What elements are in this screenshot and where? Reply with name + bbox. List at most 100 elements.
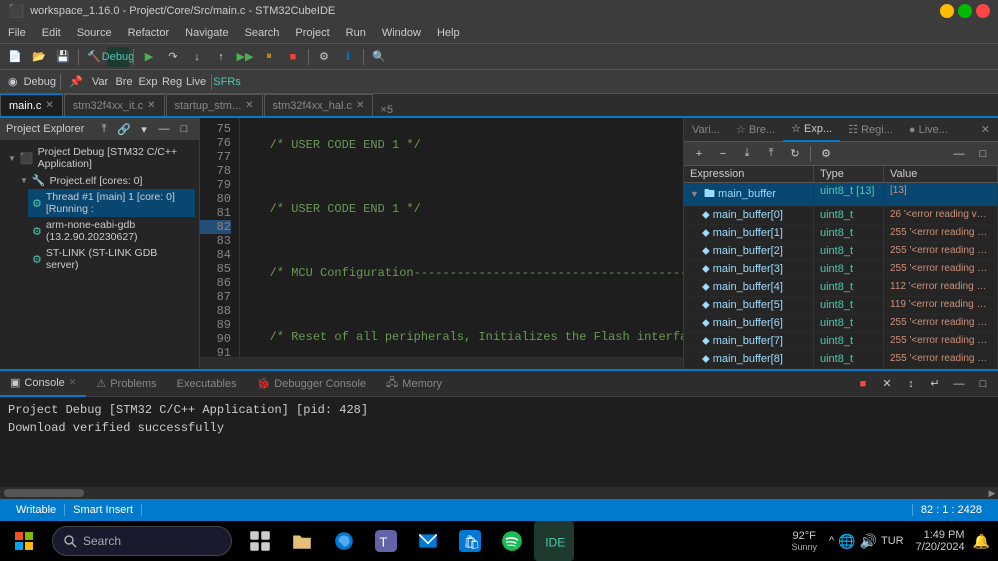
debug-row-main-buffer[interactable]: ▼ 🖿 main_buffer uint8_t [13] [13] (684, 183, 998, 207)
debug-maximize-btn[interactable]: □ (972, 144, 994, 164)
link-with-editor-btn[interactable]: 🔗 (115, 120, 133, 138)
console-stop-btn[interactable]: ■ (852, 374, 874, 394)
sidebar-item-project-elf[interactable]: ▼ 🔧 Project.elf [cores: 0] (16, 172, 195, 189)
debug-row-0[interactable]: ⬥ main_buffer[0] uint8_t 26 '<error read… (684, 207, 998, 225)
new-btn[interactable]: 📄 (4, 47, 26, 67)
debug-row-3[interactable]: ⬥ main_buffer[3] uint8_t 255 '<error rea… (684, 261, 998, 279)
debug-tab-live[interactable]: ● Live... (901, 118, 956, 142)
bottom-scroll-thumb[interactable] (4, 489, 84, 497)
debug-tab-close[interactable]: ✕ (973, 118, 998, 142)
search-toolbar-btn[interactable]: 🔍 (368, 47, 390, 67)
tab-main-c-close[interactable]: ✕ (45, 100, 53, 111)
collapse-all-btn[interactable]: ⤒ (95, 120, 113, 138)
suspend-btn[interactable]: ⏸ (258, 47, 280, 67)
debug-refresh-btn[interactable]: ↻ (784, 144, 806, 164)
console-close[interactable]: ✕ (69, 377, 77, 388)
menu-navigate[interactable]: Navigate (177, 25, 236, 41)
exp-btn[interactable]: Exp (137, 72, 159, 92)
taskbar-ide-btn[interactable]: IDE (534, 521, 574, 561)
resume-btn[interactable]: ▶▶ (234, 47, 256, 67)
bottom-scroll-right-arrow[interactable]: ▶ (986, 487, 998, 499)
console-scroll-lock-btn[interactable]: ↕ (900, 374, 922, 394)
speaker-icon[interactable]: 🔊 (860, 533, 877, 550)
sidebar-minimize-btn[interactable]: — (155, 120, 173, 138)
settings-btn[interactable]: ⚙ (313, 47, 335, 67)
step-into-btn[interactable]: ↓ (186, 47, 208, 67)
tab-startup[interactable]: startup_stm... ✕ (166, 94, 263, 116)
network-icon[interactable]: 🌐 (838, 533, 855, 550)
taskbar-spotify-btn[interactable] (492, 521, 532, 561)
menu-run[interactable]: Run (338, 25, 374, 41)
code-editor[interactable]: /* USER CODE END 1 */ /* USER CODE END 1… (240, 118, 683, 357)
debug-row-1[interactable]: ⬥ main_buffer[1] uint8_t 255 '<error rea… (684, 225, 998, 243)
tab-more[interactable]: ×5 (374, 104, 399, 116)
debug-row-7[interactable]: ⬥ main_buffer[7] uint8_t 255 '<error rea… (684, 333, 998, 351)
tab-stm32f4xx-it-close[interactable]: ✕ (147, 100, 155, 111)
sidebar-menu-btn[interactable]: ▾ (135, 120, 153, 138)
debug-remove-btn[interactable]: − (712, 144, 734, 164)
sfrs-btn[interactable]: SFRs (216, 72, 238, 92)
debug-row-2[interactable]: ⬥ main_buffer[2] uint8_t 255 '<error rea… (684, 243, 998, 261)
sidebar-item-gdb[interactable]: ⚙ arm-none-eabi-gdb (13.2.90.20230627) (28, 217, 195, 245)
bottom-tab-console[interactable]: ▣ Console ✕ (0, 371, 86, 397)
var-btn[interactable]: Var (89, 72, 111, 92)
chevron-icon[interactable]: ^ (829, 535, 834, 547)
debug-row-6[interactable]: ⬥ main_buffer[6] uint8_t 255 '<error rea… (684, 315, 998, 333)
menu-source[interactable]: Source (69, 25, 120, 41)
debug-row-5[interactable]: ⬥ main_buffer[5] uint8_t 119 '<error rea… (684, 297, 998, 315)
step-out-btn[interactable]: ↑ (210, 47, 232, 67)
sidebar-item-project-debug[interactable]: ▼ ⬛ Project Debug [STM32 C/C++ Applicati… (4, 144, 195, 172)
sidebar-item-thread[interactable]: ⚙ Thread #1 [main] 1 [core: 0] [Running … (28, 189, 195, 217)
tab-hal[interactable]: stm32f4xx_hal.c ✕ (264, 94, 374, 116)
live-btn[interactable]: Live (185, 72, 207, 92)
taskbar-edge-btn[interactable] (324, 521, 364, 561)
time-display[interactable]: 1:49 PM 7/20/2024 (916, 529, 965, 553)
open-btn[interactable]: 📂 (28, 47, 50, 67)
step-over-btn[interactable]: ↷ (162, 47, 184, 67)
menu-edit[interactable]: Edit (34, 25, 69, 41)
sidebar-maximize-btn[interactable]: □ (175, 120, 193, 138)
debug-add-btn[interactable]: + (688, 144, 710, 164)
sidebar-item-stlink[interactable]: ⚙ ST-LINK (ST-LINK GDB server) (28, 245, 195, 273)
debug-expand-btn[interactable]: ⤒ (760, 144, 782, 164)
terminate-btn[interactable]: ■ (282, 47, 304, 67)
menu-window[interactable]: Window (374, 25, 429, 41)
editor-scrollbar-h[interactable] (200, 357, 683, 369)
save-btn[interactable]: 💾 (52, 47, 74, 67)
console-clear-btn[interactable]: ✕ (876, 374, 898, 394)
menu-project[interactable]: Project (287, 25, 337, 41)
debug-collapse-btn[interactable]: ⤓ (736, 144, 758, 164)
maximize-button[interactable] (958, 4, 972, 18)
bottom-tab-debugger[interactable]: 🐞 Debugger Console (247, 371, 376, 397)
taskbar-search-box[interactable]: Search (52, 526, 232, 556)
debug-minimize-btn[interactable]: — (948, 144, 970, 164)
debug-tab-expressions[interactable]: ☆ Exp... (783, 118, 840, 142)
bottom-tab-memory[interactable]: 🖧 Memory (376, 371, 452, 397)
tab-hal-close[interactable]: ✕ (356, 100, 364, 111)
debug-tab-breakpoints[interactable]: ☆ Bre... (728, 118, 783, 142)
debug-row-4[interactable]: ⬥ main_buffer[4] uint8_t 112 '<error rea… (684, 279, 998, 297)
tab-startup-close[interactable]: ✕ (245, 100, 253, 111)
taskbar-mail-btn[interactable] (408, 521, 448, 561)
bottom-scroll-h[interactable]: ▶ (0, 487, 998, 499)
console-minimize-btn[interactable]: — (948, 374, 970, 394)
tab-stm32f4xx-it[interactable]: stm32f4xx_it.c ✕ (64, 94, 165, 116)
bre-btn[interactable]: Bre (113, 72, 135, 92)
taskbar-weather[interactable]: 92°F Sunny (791, 530, 817, 552)
menu-refactor[interactable]: Refactor (120, 25, 178, 41)
taskbar-taskview-btn[interactable] (240, 521, 280, 561)
debug-tab-variables[interactable]: Vari... (684, 118, 728, 142)
debug-btn[interactable]: Debug (107, 47, 129, 67)
console-wrap-btn[interactable]: ↵ (924, 374, 946, 394)
bottom-tab-executables[interactable]: Executables (167, 371, 247, 397)
taskbar-store-btn[interactable]: 🛍 (450, 521, 490, 561)
start-button[interactable] (0, 521, 48, 561)
console-maximize-btn[interactable]: □ (972, 374, 994, 394)
reg-btn[interactable]: Reg (161, 72, 183, 92)
close-button[interactable] (976, 4, 990, 18)
info-btn[interactable]: ℹ (337, 47, 359, 67)
menu-help[interactable]: Help (429, 25, 468, 41)
minimize-button[interactable] (940, 4, 954, 18)
language-indicator[interactable]: TUR (881, 535, 904, 547)
debug-settings-btn[interactable]: ⚙ (815, 144, 837, 164)
